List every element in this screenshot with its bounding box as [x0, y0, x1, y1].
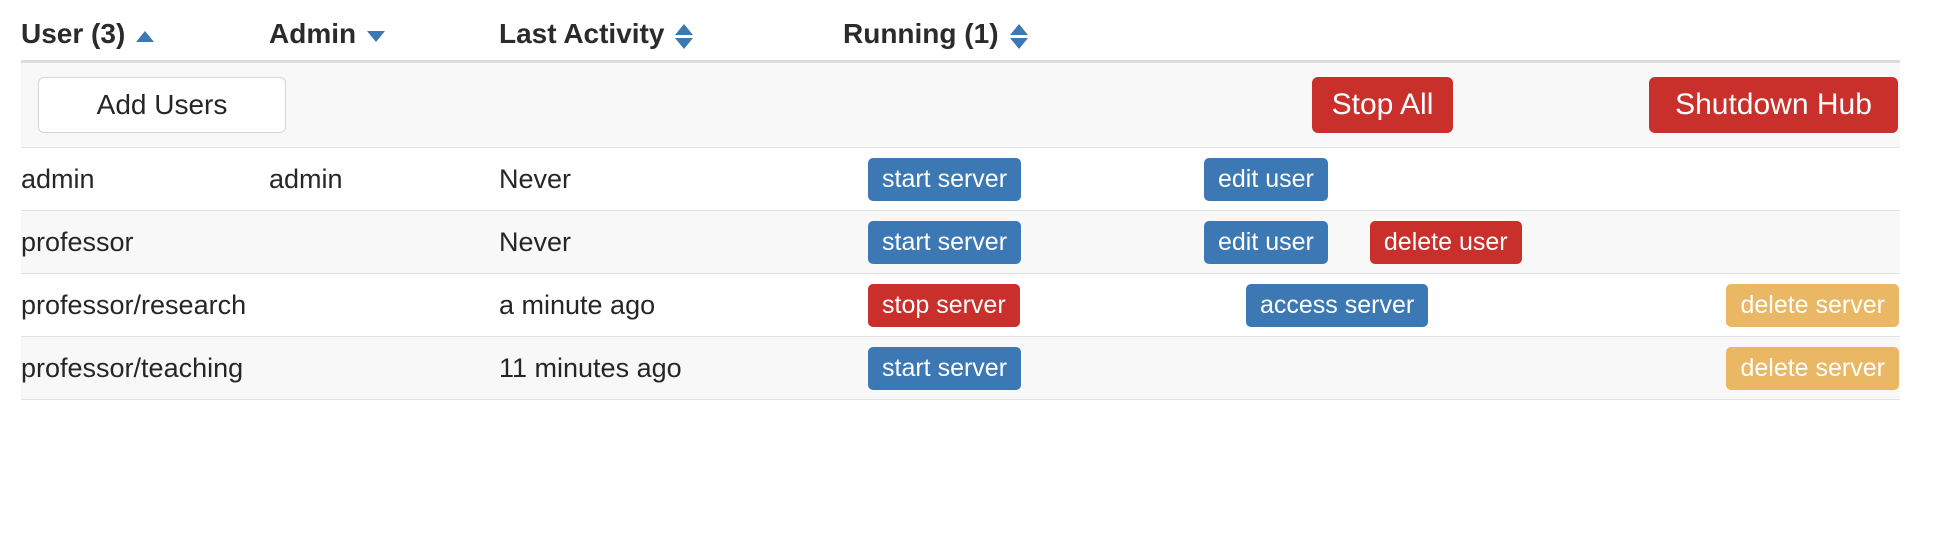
cell-actions: access server delete server	[1173, 284, 1900, 327]
cell-user: professor/teaching	[21, 337, 269, 399]
cell-actions: edit user	[1173, 158, 1900, 201]
sort-both-icon[interactable]	[675, 24, 693, 49]
cell-running: start server	[843, 158, 1173, 201]
stop-server-button[interactable]: stop server	[868, 284, 1020, 327]
table-header-row: User (3) Admin Last Activity Runn	[21, 0, 1900, 63]
cell-user: professor/research	[21, 274, 269, 336]
delete-server-button[interactable]: delete server	[1726, 347, 1899, 390]
cell-last-activity: Never	[499, 148, 843, 210]
cell-running: start server	[843, 221, 1173, 264]
cell-actions: edit user delete user	[1173, 221, 1900, 264]
stop-all-button[interactable]: Stop All	[1312, 77, 1453, 133]
cell-last-activity: Never	[499, 211, 843, 273]
cell-user: professor	[21, 211, 269, 273]
cell-user: admin	[21, 148, 269, 210]
access-server-button[interactable]: access server	[1246, 284, 1428, 327]
edit-user-button[interactable]: edit user	[1204, 158, 1328, 201]
column-header-last-activity-label: Last Activity	[499, 18, 664, 50]
cell-last-activity: a minute ago	[499, 274, 843, 336]
start-server-button[interactable]: start server	[868, 221, 1021, 264]
shutdown-hub-button[interactable]: Shutdown Hub	[1649, 77, 1898, 133]
cell-actions: delete server	[1173, 347, 1900, 390]
column-header-user[interactable]: User (3)	[21, 18, 269, 50]
cell-admin: admin	[269, 148, 499, 210]
table-row: admin admin Never start server edit user	[21, 148, 1900, 211]
users-table: User (3) Admin Last Activity Runn	[21, 0, 1900, 400]
sort-ascending-icon[interactable]	[136, 31, 154, 42]
column-header-admin[interactable]: Admin	[269, 18, 499, 50]
delete-user-button[interactable]: delete user	[1370, 221, 1522, 264]
cell-running: stop server	[843, 284, 1173, 327]
table-row: professor/research a minute ago stop ser…	[21, 274, 1900, 337]
column-header-last-activity[interactable]: Last Activity	[499, 18, 843, 50]
sort-descending-icon[interactable]	[367, 31, 385, 42]
delete-server-button[interactable]: delete server	[1726, 284, 1899, 327]
start-server-button[interactable]: start server	[868, 158, 1021, 201]
column-header-admin-label: Admin	[269, 18, 356, 50]
table-toolbar-row: Add Users Stop All Shutdown Hub	[21, 63, 1900, 148]
cell-last-activity: 11 minutes ago	[499, 337, 843, 399]
add-users-button[interactable]: Add Users	[38, 77, 286, 133]
start-server-button[interactable]: start server	[868, 347, 1021, 390]
column-header-running-label: Running (1)	[843, 18, 999, 50]
cell-admin	[269, 337, 499, 399]
column-header-user-label: User (3)	[21, 18, 125, 50]
column-header-running[interactable]: Running (1)	[843, 18, 1173, 50]
sort-both-icon[interactable]	[1010, 24, 1028, 49]
table-row: professor Never start server edit user d…	[21, 211, 1900, 274]
cell-admin	[269, 211, 499, 273]
admin-users-page: User (3) Admin Last Activity Runn	[0, 0, 1956, 542]
edit-user-button[interactable]: edit user	[1204, 221, 1328, 264]
cell-admin	[269, 274, 499, 336]
table-row: professor/teaching 11 minutes ago start …	[21, 337, 1900, 400]
cell-running: start server	[843, 347, 1173, 390]
